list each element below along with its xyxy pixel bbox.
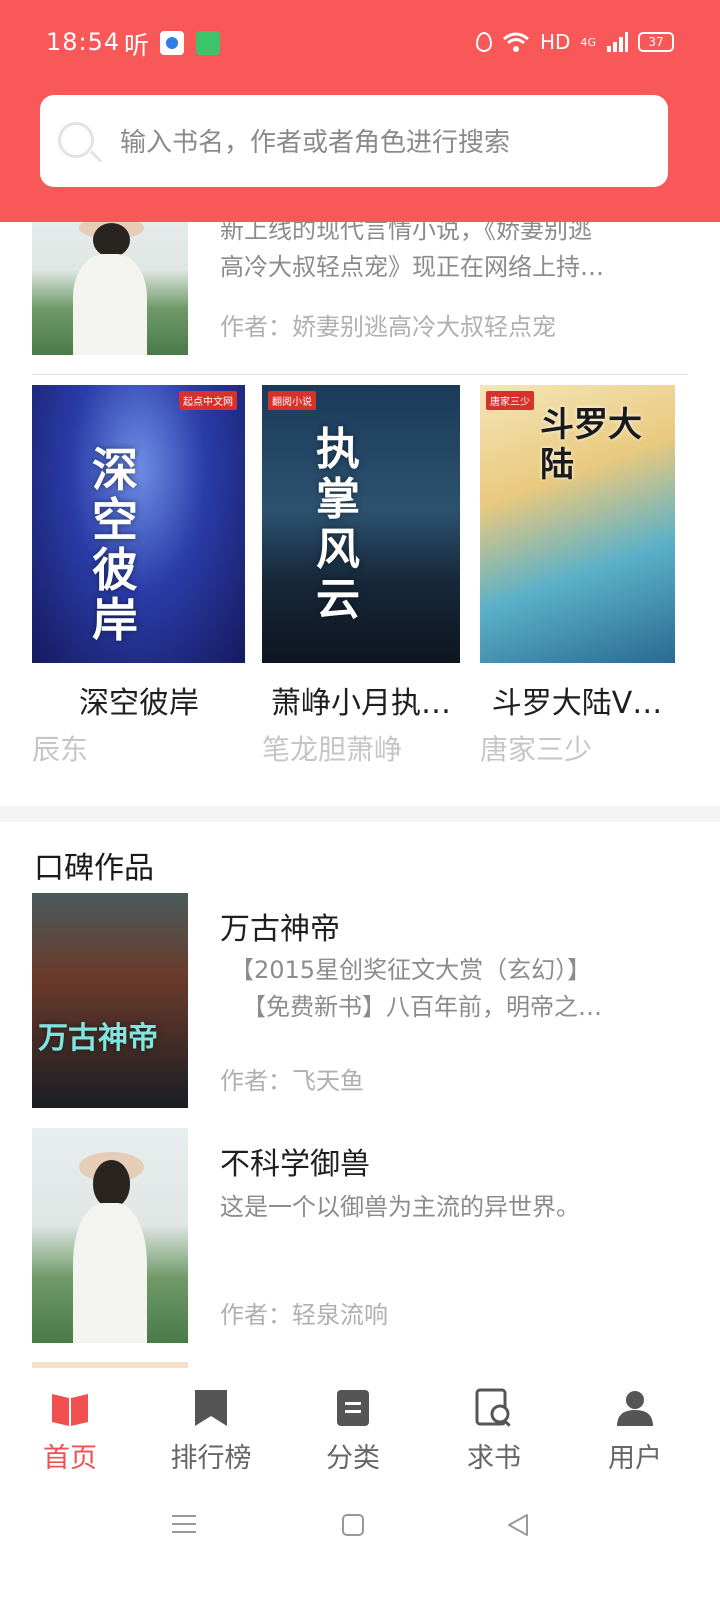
- publisher-badge: 翻阅小说: [268, 391, 316, 410]
- book-title[interactable]: 不科学御兽: [220, 1139, 370, 1183]
- cover-title-text: 深空彼岸: [92, 443, 142, 647]
- cover-title-text: 斗罗大陆: [540, 405, 642, 485]
- book-author: 作者：飞天鱼: [220, 1067, 364, 1095]
- status-time: 18:54: [46, 28, 121, 56]
- book-author: 作者：轻泉流响: [220, 1301, 388, 1329]
- back-icon[interactable]: [505, 1512, 531, 1538]
- tab-home[interactable]: 首页: [0, 1368, 140, 1490]
- book-author: 唐家三少: [480, 733, 593, 766]
- book-cover[interactable]: 起点中文网 深空彼岸: [32, 385, 245, 663]
- book-cover[interactable]: 万古神帝: [32, 893, 188, 1108]
- author-badge: 唐家三少: [486, 391, 534, 410]
- search-icon: [58, 122, 94, 158]
- signal-label: 4G: [580, 35, 596, 49]
- book-title[interactable]: 深空彼岸: [32, 678, 246, 722]
- book-description: 【2015星创奖征文大赏（玄幻）】 【免费新书】八百年前，明帝之…: [230, 956, 602, 1021]
- book-open-icon: [52, 1394, 88, 1426]
- bottom-navigation: 首页 排行榜 分类 求书 用户: [0, 1368, 720, 1490]
- tab-label: 用户: [608, 1443, 662, 1474]
- book-title[interactable]: 斗罗大陆V…: [470, 678, 684, 722]
- book-cover[interactable]: [32, 200, 188, 355]
- cover-title-text: 万古神帝: [38, 1021, 158, 1056]
- divider: [32, 374, 688, 375]
- book-title[interactable]: 萧峥小月执…: [254, 678, 468, 722]
- status-bar: 18:54 听 HD 4G 37: [0, 0, 720, 90]
- book-cover[interactable]: 唐家三少 斗罗大陆: [480, 385, 675, 663]
- book-cover[interactable]: 翻阅小说 执掌风云: [262, 385, 460, 663]
- category-icon: [337, 1390, 369, 1426]
- book-description: 新上线的现代言情小说，《娇妻别逃 高冷大叔轻点宠》现正在网络上持…: [220, 216, 604, 281]
- search-input[interactable]: [118, 122, 642, 164]
- header-bar: 18:54 听 HD 4G 37: [0, 0, 720, 222]
- bookmark-icon: [195, 1390, 227, 1426]
- app-notification-icon: [196, 31, 220, 55]
- tab-user[interactable]: 用户: [565, 1368, 705, 1490]
- book-author: 辰东: [32, 733, 89, 766]
- book-description: 这是一个以御兽为主流的异世界。: [220, 1193, 580, 1221]
- section-separator: [0, 806, 720, 822]
- tab-label: 排行榜: [170, 1443, 252, 1474]
- tab-label: 分类: [326, 1443, 380, 1474]
- publisher-badge: 起点中文网: [179, 391, 237, 410]
- tab-category[interactable]: 分类: [283, 1368, 423, 1490]
- section-title: 口碑作品: [34, 851, 154, 886]
- tab-label: 首页: [43, 1443, 97, 1474]
- tab-label: 求书: [467, 1443, 521, 1474]
- status-indicators: HD 4G 37: [476, 30, 674, 54]
- book-author: 作者：娇妻别逃高冷大叔轻点宠: [220, 313, 556, 341]
- home-icon[interactable]: [340, 1512, 366, 1538]
- app-notification-icon: [160, 31, 184, 55]
- system-navigation-bar: [0, 1490, 720, 1600]
- menu-icon[interactable]: [170, 1512, 198, 1536]
- book-search-icon: [475, 1388, 511, 1427]
- data-saver-icon: [476, 32, 493, 52]
- signal-icon: [607, 32, 628, 52]
- battery-icon: 37: [638, 32, 674, 52]
- user-icon: [617, 1391, 653, 1426]
- listen-app-icon: 听: [124, 31, 150, 60]
- book-author: 笔龙胆萧峥: [262, 733, 403, 766]
- book-cover[interactable]: [32, 1128, 188, 1343]
- tab-request-book[interactable]: 求书: [424, 1368, 564, 1490]
- cover-title-text: 执掌风云: [316, 424, 360, 625]
- book-title[interactable]: 万古神帝: [220, 904, 340, 948]
- tab-ranking[interactable]: 排行榜: [141, 1368, 281, 1490]
- wifi-icon: [503, 32, 529, 52]
- network-hd-label: HD: [540, 30, 571, 54]
